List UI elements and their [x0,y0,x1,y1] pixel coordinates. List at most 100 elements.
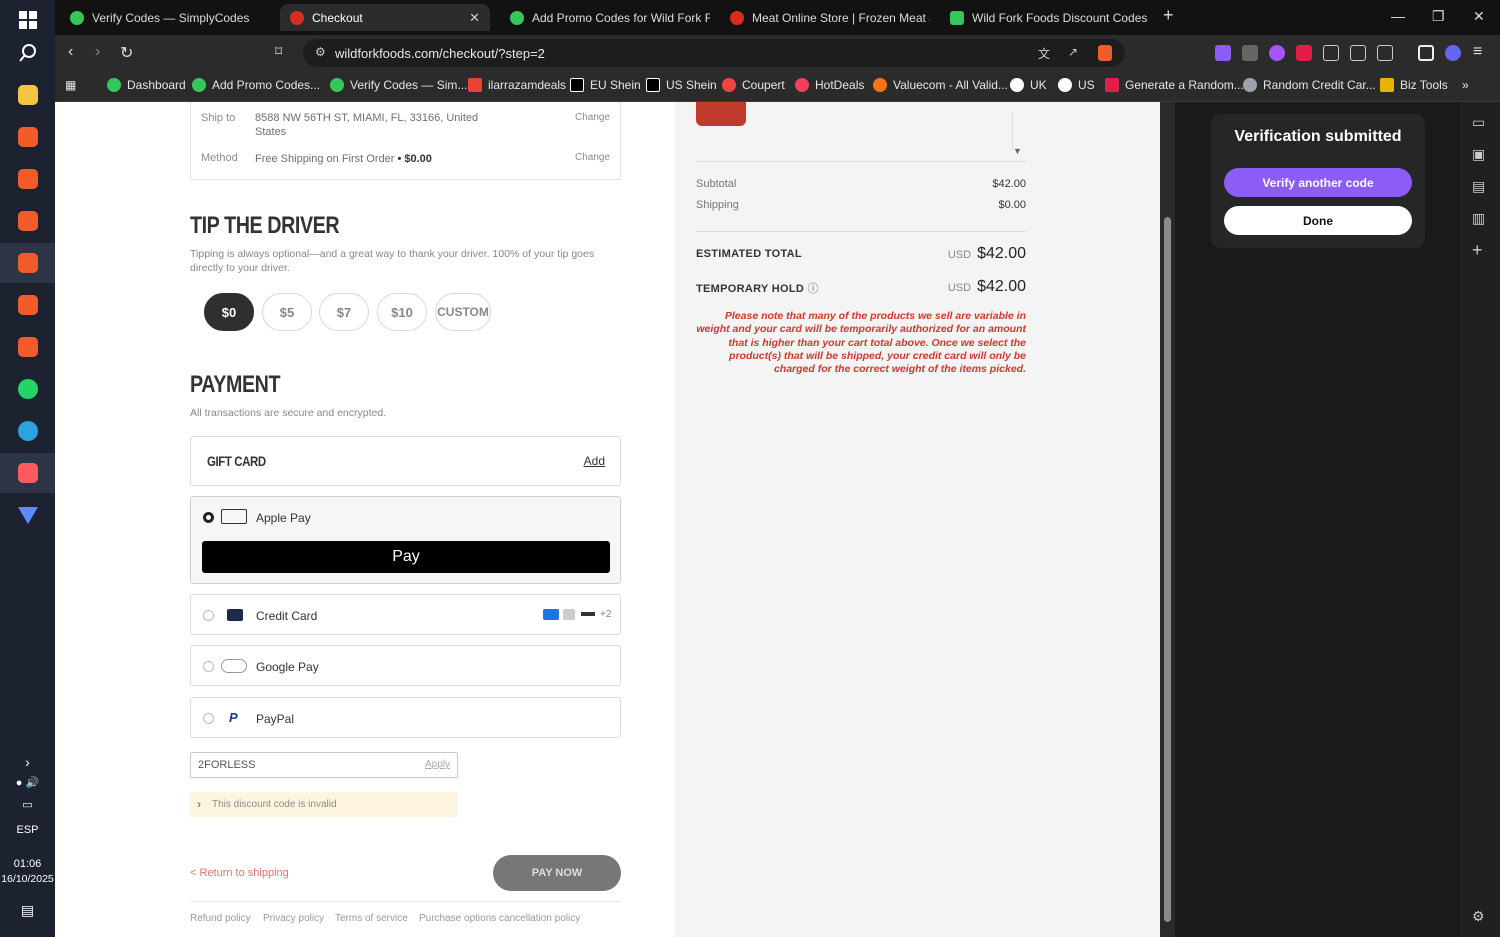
apply-discount-button[interactable]: Apply [425,759,450,770]
bookmark-verify-codes[interactable]: Verify Codes — Sim... [330,78,467,92]
close-window-icon[interactable]: ✕ [1473,8,1485,25]
new-tab-icon[interactable]: + [1163,5,1174,26]
tray-icons[interactable]: ● 🔊 [0,776,55,789]
tab-meat-store[interactable]: Meat Online Store | Frozen Meat & S [720,4,930,31]
apps-icon[interactable]: ▦ [65,78,76,92]
tab-discount-codes[interactable]: Wild Fork Foods Discount Codes - $2 [940,4,1150,31]
info-icon[interactable]: ⓘ [807,283,818,295]
clock-time[interactable]: 01:06 [0,858,55,870]
brave-icon[interactable] [0,285,55,325]
payment-option-google-pay[interactable]: Google Pay [190,645,621,686]
notifications-icon[interactable]: ▤ [0,902,55,919]
brave-icon[interactable] [0,243,55,283]
bookmark-hotdeals[interactable]: HotDeals [795,78,864,92]
tip-option-5[interactable]: $5 [262,293,312,331]
payment-option-paypal[interactable]: P PayPal [190,697,621,738]
bookmark-add-promo[interactable]: Add Promo Codes... [192,78,320,92]
discount-error[interactable]: › This discount code is invalid [190,792,458,817]
brave-icon[interactable] [0,117,55,157]
share-icon[interactable]: ↗ [1068,45,1078,59]
credit-card-radio[interactable] [203,610,214,621]
chevron-right-icon[interactable]: › [0,754,55,770]
bookmark-us[interactable]: US [1058,78,1095,92]
extension-icon[interactable] [1269,45,1285,61]
brave-icon[interactable] [0,201,55,241]
bookmark-uk[interactable]: UK [1010,78,1047,92]
menu-icon[interactable]: ≡ [1473,43,1482,61]
extension-icon[interactable] [1242,45,1258,61]
terms-link[interactable]: Terms of service [335,913,408,924]
wallet-icon[interactable]: ▣ [1472,146,1485,163]
change-method-link[interactable]: Change [575,152,610,163]
discount-code-input[interactable]: 2FORLESS Apply [190,752,458,778]
translate-icon[interactable]: 文 [1038,45,1050,62]
clock-date[interactable]: 16/10/2025 [0,873,55,885]
add-gift-card-link[interactable]: Add [584,454,605,468]
tab-add-promo[interactable]: Add Promo Codes for Wild Fork Food [500,4,710,31]
network-icon[interactable]: ▭ [0,798,55,811]
brave-shields-icon[interactable] [1098,45,1112,61]
bookmark-valuecom[interactable]: Valuecom - All Valid... [873,78,1008,92]
tab-checkout[interactable]: Checkout ✕ [280,4,490,31]
tip-option-10[interactable]: $10 [377,293,427,331]
video-icon[interactable]: ▭ [1472,114,1485,131]
whatsapp-icon[interactable] [0,369,55,409]
apple-pay-button[interactable]: Pay [202,541,610,573]
bookmark-biz-tools[interactable]: Biz Tools [1380,78,1448,92]
site-info-icon[interactable]: ⚙ [315,45,326,59]
pay-now-button[interactable]: PAY NOW [493,855,621,891]
restore-icon[interactable]: ❐ [1432,8,1445,25]
tip-option-7[interactable]: $7 [319,293,369,331]
bookmark-us-shein[interactable]: US Shein [646,78,717,92]
paypal-radio[interactable] [203,713,214,724]
back-icon[interactable]: ‹ [68,43,73,61]
panel-icon[interactable] [1418,45,1434,61]
tip-option-custom[interactable]: CUSTOM [435,293,491,331]
add-panel-icon[interactable]: + [1472,240,1483,261]
screenshot-icon[interactable] [1377,45,1393,61]
privacy-policy-link[interactable]: Privacy policy [263,913,324,924]
change-ship-to-link[interactable]: Change [575,112,610,123]
url-text[interactable]: wildforkfoods.com/checkout/?step=2 [335,46,545,61]
refund-policy-link[interactable]: Refund policy [190,913,251,924]
telegram-icon[interactable] [0,411,55,451]
file-explorer-icon[interactable] [0,75,55,115]
bookmark-coupert[interactable]: Coupert [722,78,785,92]
payment-option-credit-card[interactable]: Credit Card +2 [190,594,621,635]
search-icon[interactable] [0,33,55,73]
language-indicator[interactable]: ESP [0,824,55,836]
chevron-down-icon[interactable]: ▼ [1013,146,1022,156]
close-tab-icon[interactable]: ✕ [469,10,480,26]
tab-verify-codes[interactable]: Verify Codes — SimplyCodes [60,4,275,31]
payment-option-apple-pay[interactable]: Apple Pay Pay [190,496,621,584]
bookmarks-icon[interactable]: ▤ [1472,178,1485,195]
leo-icon[interactable] [1445,45,1461,61]
page-scrollbar[interactable] [1160,102,1175,937]
return-to-shipping-link[interactable]: < Return to shipping [190,867,289,879]
bookmark-eu-shein[interactable]: EU Shein [570,78,641,92]
forward-icon[interactable]: › [95,43,100,61]
vpn-icon[interactable] [0,495,55,535]
bookmark-random-credit-card[interactable]: Random Credit Car... [1243,78,1376,92]
settings-icon[interactable]: ⚙ [1472,908,1485,925]
bookmark-icon[interactable]: ⌑ [275,43,282,60]
more-bookmarks-icon[interactable]: » [1462,78,1469,92]
brave-icon[interactable] [0,327,55,367]
app-icon[interactable] [0,453,55,493]
url-box[interactable]: ⚙ wildforkfoods.com/checkout/?step=2 文 ↗ [303,39,1125,67]
discount-code-value[interactable]: 2FORLESS [198,759,255,771]
verify-another-button[interactable]: Verify another code [1224,168,1412,197]
done-button[interactable]: Done [1224,206,1412,235]
google-pay-radio[interactable] [203,661,214,672]
bookmark-dashboard[interactable]: Dashboard [107,78,186,92]
extensions-puzzle-icon[interactable] [1323,45,1339,61]
minimize-icon[interactable]: — [1391,8,1405,24]
tip-option-0[interactable]: $0 [204,293,254,331]
reload-icon[interactable]: ↻ [120,43,133,63]
bookmark-gmail[interactable]: ilarrazamdeals [468,78,566,92]
scrollbar-thumb[interactable] [1164,217,1171,922]
extension-icon[interactable] [1296,45,1312,61]
extension-icon[interactable] [1215,45,1231,61]
bookmark-generate-random[interactable]: Generate a Random... [1105,78,1244,92]
cancellation-policy-link[interactable]: Purchase options cancellation policy [419,913,580,924]
